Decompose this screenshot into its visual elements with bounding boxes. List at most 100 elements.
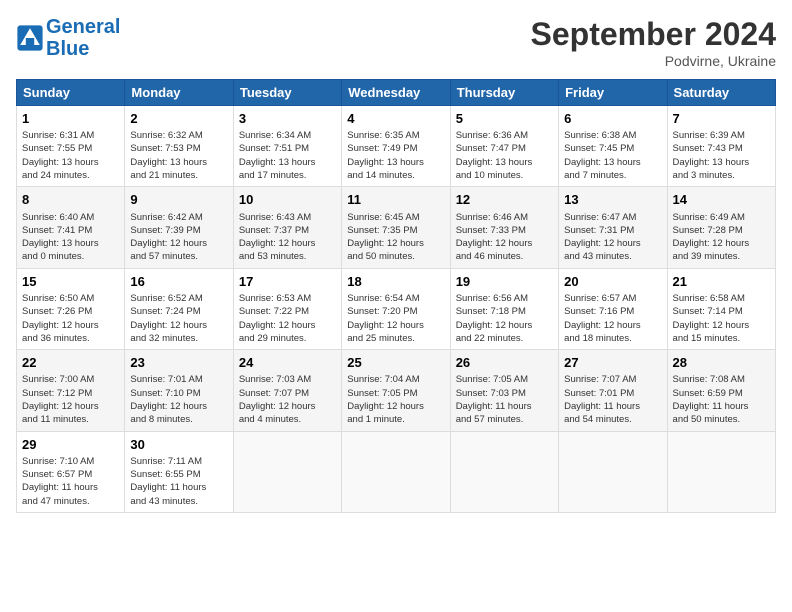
day-number: 5 — [456, 110, 553, 128]
day-cell: 3Sunrise: 6:34 AMSunset: 7:51 PMDaylight… — [233, 106, 341, 187]
day-info: Sunrise: 7:05 AMSunset: 7:03 PMDaylight:… — [456, 373, 553, 426]
day-cell — [342, 431, 450, 512]
day-number: 21 — [673, 273, 770, 291]
day-cell: 20Sunrise: 6:57 AMSunset: 7:16 PMDayligh… — [559, 268, 667, 349]
day-info: Sunrise: 7:07 AMSunset: 7:01 PMDaylight:… — [564, 373, 661, 426]
day-cell: 19Sunrise: 6:56 AMSunset: 7:18 PMDayligh… — [450, 268, 558, 349]
day-number: 26 — [456, 354, 553, 372]
week-row-4: 29Sunrise: 7:10 AMSunset: 6:57 PMDayligh… — [17, 431, 776, 512]
day-cell: 11Sunrise: 6:45 AMSunset: 7:35 PMDayligh… — [342, 187, 450, 268]
day-info: Sunrise: 6:50 AMSunset: 7:26 PMDaylight:… — [22, 292, 119, 345]
calendar-header-row: SundayMondayTuesdayWednesdayThursdayFrid… — [17, 80, 776, 106]
logo-blue: Blue — [46, 38, 89, 60]
title-block: September 2024 Podvirne, Ukraine — [531, 16, 776, 69]
day-cell: 25Sunrise: 7:04 AMSunset: 7:05 PMDayligh… — [342, 350, 450, 431]
day-info: Sunrise: 7:10 AMSunset: 6:57 PMDaylight:… — [22, 455, 119, 508]
day-info: Sunrise: 6:52 AMSunset: 7:24 PMDaylight:… — [130, 292, 227, 345]
day-number: 19 — [456, 273, 553, 291]
day-cell: 29Sunrise: 7:10 AMSunset: 6:57 PMDayligh… — [17, 431, 125, 512]
day-info: Sunrise: 6:56 AMSunset: 7:18 PMDaylight:… — [456, 292, 553, 345]
header-wednesday: Wednesday — [342, 80, 450, 106]
day-cell: 2Sunrise: 6:32 AMSunset: 7:53 PMDaylight… — [125, 106, 233, 187]
day-cell: 1Sunrise: 6:31 AMSunset: 7:55 PMDaylight… — [17, 106, 125, 187]
day-info: Sunrise: 7:00 AMSunset: 7:12 PMDaylight:… — [22, 373, 119, 426]
day-cell: 6Sunrise: 6:38 AMSunset: 7:45 PMDaylight… — [559, 106, 667, 187]
day-number: 10 — [239, 191, 336, 209]
day-number: 13 — [564, 191, 661, 209]
day-number: 2 — [130, 110, 227, 128]
day-cell: 28Sunrise: 7:08 AMSunset: 6:59 PMDayligh… — [667, 350, 775, 431]
day-cell: 26Sunrise: 7:05 AMSunset: 7:03 PMDayligh… — [450, 350, 558, 431]
day-number: 7 — [673, 110, 770, 128]
day-info: Sunrise: 6:58 AMSunset: 7:14 PMDaylight:… — [673, 292, 770, 345]
month-title: September 2024 — [531, 16, 776, 53]
logo-text: General Blue — [46, 16, 120, 60]
day-cell: 5Sunrise: 6:36 AMSunset: 7:47 PMDaylight… — [450, 106, 558, 187]
header-sunday: Sunday — [17, 80, 125, 106]
day-cell: 4Sunrise: 6:35 AMSunset: 7:49 PMDaylight… — [342, 106, 450, 187]
day-number: 8 — [22, 191, 119, 209]
day-number: 27 — [564, 354, 661, 372]
day-info: Sunrise: 6:47 AMSunset: 7:31 PMDaylight:… — [564, 211, 661, 264]
header-monday: Monday — [125, 80, 233, 106]
day-cell — [233, 431, 341, 512]
day-number: 17 — [239, 273, 336, 291]
week-row-1: 8 Sunrise: 6:40 AMSunset: 7:41 PMDaylight… — [17, 187, 776, 268]
day-number: 16 — [130, 273, 227, 291]
day-info: Sunrise: 6:38 AMSunset: 7:45 PMDaylight:… — [564, 129, 661, 182]
logo-general: General — [46, 16, 120, 38]
day-number: 22 — [22, 354, 119, 372]
day-number: 14 — [673, 191, 770, 209]
day-cell: 9Sunrise: 6:42 AMSunset: 7:39 PMDaylight… — [125, 187, 233, 268]
day-cell: 17Sunrise: 6:53 AMSunset: 7:22 PMDayligh… — [233, 268, 341, 349]
day-info: Sunrise: 6:34 AMSunset: 7:51 PMDaylight:… — [239, 129, 336, 182]
day-cell: 14Sunrise: 6:49 AMSunset: 7:28 PMDayligh… — [667, 187, 775, 268]
day-number: 15 — [22, 273, 119, 291]
day-cell — [667, 431, 775, 512]
day-cell: 7Sunrise: 6:39 AMSunset: 7:43 PMDaylight… — [667, 106, 775, 187]
day-number: 29 — [22, 436, 119, 454]
calendar-table: SundayMondayTuesdayWednesdayThursdayFrid… — [16, 79, 776, 513]
day-info: Sunrise: 6:31 AMSunset: 7:55 PMDaylight:… — [22, 129, 119, 182]
day-info: Sunrise: 6:54 AMSunset: 7:20 PMDaylight:… — [347, 292, 444, 345]
day-cell: 13 Sunrise: 6:47 AMSunset: 7:31 PMDayligh… — [559, 187, 667, 268]
day-cell: 27Sunrise: 7:07 AMSunset: 7:01 PMDayligh… — [559, 350, 667, 431]
day-cell: 24Sunrise: 7:03 AMSunset: 7:07 PMDayligh… — [233, 350, 341, 431]
location: Podvirne, Ukraine — [531, 53, 776, 69]
day-info: Sunrise: 6:57 AMSunset: 7:16 PMDaylight:… — [564, 292, 661, 345]
day-info: Sunrise: 7:04 AMSunset: 7:05 PMDaylight:… — [347, 373, 444, 426]
day-cell: 10Sunrise: 6:43 AMSunset: 7:37 PMDayligh… — [233, 187, 341, 268]
day-number: 4 — [347, 110, 444, 128]
header-friday: Friday — [559, 80, 667, 106]
day-info: Sunrise: 6:46 AMSunset: 7:33 PMDaylight:… — [456, 211, 553, 264]
day-cell: 30Sunrise: 7:11 AMSunset: 6:55 PMDayligh… — [125, 431, 233, 512]
header-saturday: Saturday — [667, 80, 775, 106]
day-info: Sunrise: 6:39 AMSunset: 7:43 PMDaylight:… — [673, 129, 770, 182]
day-number: 6 — [564, 110, 661, 128]
logo-icon — [16, 24, 44, 52]
day-number: 20 — [564, 273, 661, 291]
day-cell: 21Sunrise: 6:58 AMSunset: 7:14 PMDayligh… — [667, 268, 775, 349]
day-info: Sunrise: 6:36 AMSunset: 7:47 PMDaylight:… — [456, 129, 553, 182]
day-number: 11 — [347, 191, 444, 209]
day-number: 28 — [673, 354, 770, 372]
day-number: 3 — [239, 110, 336, 128]
day-cell: 8 Sunrise: 6:40 AMSunset: 7:41 PMDaylight… — [17, 187, 125, 268]
day-cell — [450, 431, 558, 512]
day-number: 24 — [239, 354, 336, 372]
day-cell: 16Sunrise: 6:52 AMSunset: 7:24 PMDayligh… — [125, 268, 233, 349]
day-cell: 12Sunrise: 6:46 AMSunset: 7:33 PMDayligh… — [450, 187, 558, 268]
day-info: Sunrise: 6:40 AMSunset: 7:41 PMDaylight:… — [22, 211, 119, 264]
day-info: Sunrise: 7:01 AMSunset: 7:10 PMDaylight:… — [130, 373, 227, 426]
day-cell: 18Sunrise: 6:54 AMSunset: 7:20 PMDayligh… — [342, 268, 450, 349]
day-number: 9 — [130, 191, 227, 209]
logo: General Blue — [16, 16, 120, 60]
day-info: Sunrise: 7:08 AMSunset: 6:59 PMDaylight:… — [673, 373, 770, 426]
page-header: General Blue September 2024 Podvirne, Uk… — [16, 16, 776, 69]
header-tuesday: Tuesday — [233, 80, 341, 106]
day-info: Sunrise: 6:32 AMSunset: 7:53 PMDaylight:… — [130, 129, 227, 182]
day-cell — [559, 431, 667, 512]
day-cell: 22Sunrise: 7:00 AMSunset: 7:12 PMDayligh… — [17, 350, 125, 431]
day-info: Sunrise: 7:03 AMSunset: 7:07 PMDaylight:… — [239, 373, 336, 426]
page-container: General Blue September 2024 Podvirne, Uk… — [0, 0, 792, 521]
